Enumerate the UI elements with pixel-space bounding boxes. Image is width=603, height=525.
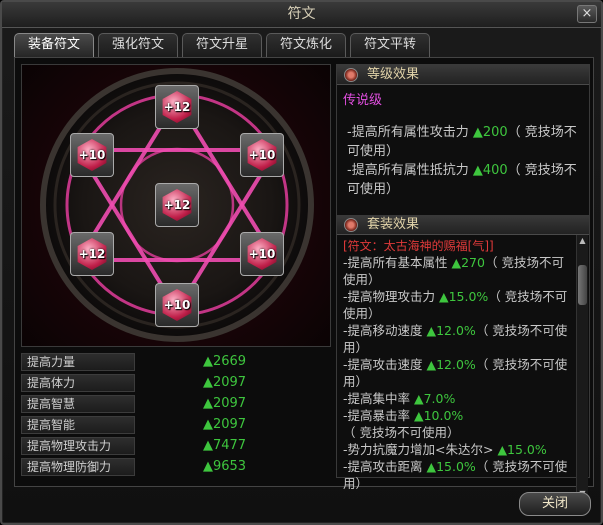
tab-enhance-rune[interactable]: 强化符文 [98, 33, 178, 57]
section-toggle-icon[interactable] [344, 218, 358, 232]
effect-text: -势力抗魔力增加<朱达尔> [343, 442, 498, 457]
effect-text: -提高移动速度 [343, 323, 427, 338]
rune-slot-top[interactable]: +12 [155, 85, 199, 129]
rune-slot-lower-left[interactable]: +12 [70, 232, 114, 276]
rune-gem-icon: +10 [247, 139, 277, 171]
stat-row: 提高智慧 ▲2097 [21, 394, 331, 415]
rune-gem-icon: +12 [77, 238, 107, 270]
window-title: 符文 [287, 6, 316, 22]
stat-list: 提高力量 ▲2669 提高体力 ▲2097 提高智慧 ▲2097 提高智能 ▲2… [21, 352, 331, 478]
stat-label: 提高力量 [21, 353, 135, 371]
effect-text: -提高所有属性攻击力 [347, 125, 473, 140]
effect-text: -提高攻击速度 [343, 357, 427, 372]
stat-value: ▲9653 [203, 459, 247, 474]
rune-gem-icon: +12 [162, 189, 192, 221]
tab-equip-rune[interactable]: 装备符文 [14, 33, 94, 57]
stat-value: ▲2669 [203, 354, 247, 369]
stat-row: 提高力量 ▲2669 [21, 352, 331, 373]
rune-level: +12 [163, 100, 191, 114]
rune-gem-icon: +12 [162, 91, 192, 123]
rune-slot-upper-right[interactable]: +10 [240, 133, 284, 177]
rune-window: 符文 × 装备符文 强化符文 符文升星 符文炼化 符文平转 +12 +10 +1… [0, 0, 603, 525]
effect-text: -提高所有基本属性 [343, 255, 452, 270]
effect-text: -提高所有属性抵抗力 [347, 163, 473, 178]
set-effect-line: -提高移动速度 ▲12.0%（ 竞技场不可使用） [337, 322, 575, 356]
rune-level: +10 [248, 247, 276, 261]
tab-rune-star-up[interactable]: 符文升星 [182, 33, 262, 57]
set-effect-line: -提高集中率 ▲7.0% [337, 390, 575, 407]
rune-level: +12 [78, 247, 106, 261]
stat-value: ▲2097 [203, 396, 247, 411]
set-effect-line: -提高物理攻击力 ▲15.0%（ 竞技场不可使用） [337, 288, 575, 322]
set-effect-line: -提高攻击速度 ▲12.0%（ 竞技场不可使用） [337, 356, 575, 390]
effect-value: ▲15.0% [438, 289, 489, 304]
rune-gem-icon: +10 [77, 139, 107, 171]
stat-label: 提高物理防御力 [21, 458, 135, 476]
rune-slot-lower-right[interactable]: +10 [240, 232, 284, 276]
effect-value: ▲15.0% [426, 459, 476, 474]
effect-value: ▲7.0% [413, 391, 456, 406]
set-effect-line: -提高所有基本属性 ▲270（ 竞技场不可使用） [337, 254, 575, 288]
level-effect-line: -提高所有属性攻击力 ▲200（ 竞技场不可使用） [337, 123, 589, 161]
rune-level: +10 [163, 298, 191, 312]
effect-text: -提高暴击率 [343, 408, 414, 423]
set-effect-header: 套装效果 [337, 215, 589, 235]
stat-row: 提高物理攻击力 ▲7477 [21, 436, 331, 457]
stat-row: 提高智能 ▲2097 [21, 415, 331, 436]
effect-value: ▲270 [451, 255, 485, 270]
window-titlebar: 符文 × [2, 2, 601, 28]
effect-value: ▲12.0% [426, 323, 476, 338]
rune-level: +12 [163, 198, 191, 212]
rune-gem-icon: +10 [247, 238, 277, 270]
level-effect-title: 等级效果 [367, 67, 420, 82]
set-name: [符文：太古海神的赐福[气]] [343, 239, 494, 253]
effect-text: -提高攻击距离 [343, 459, 427, 474]
effect-value: ▲10.0% [413, 408, 464, 423]
scroll-thumb[interactable] [578, 265, 587, 305]
effects-panel: 等级效果 传说级 -提高所有属性攻击力 ▲200（ 竞技场不可使用） -提高所有… [336, 64, 590, 499]
stat-row: 提高体力 ▲2097 [21, 373, 331, 394]
effect-text: -提高集中率 [343, 391, 414, 406]
set-effect-scrollbar[interactable]: ▲ ▼ [576, 235, 588, 499]
effect-value: ▲400 [472, 163, 508, 178]
tab-rune-transfer[interactable]: 符文平转 [350, 33, 430, 57]
level-effect-line: -提高所有属性抵抗力 ▲400（ 竞技场不可使用） [337, 161, 589, 199]
section-toggle-icon[interactable] [344, 68, 358, 82]
rune-slot-center[interactable]: +12 [155, 183, 199, 227]
rune-level: +10 [78, 148, 106, 162]
rune-gem-icon: +10 [162, 289, 192, 321]
effect-text: -提高物理攻击力 [343, 289, 439, 304]
effect-value: ▲200 [472, 125, 508, 140]
rune-circle-panel: +12 +10 +10 +12 +12 +10 +10 [21, 64, 331, 347]
stat-label: 提高物理攻击力 [21, 437, 135, 455]
set-effect-list[interactable]: [符文：太古海神的赐福[气]] -提高所有基本属性 ▲270（ 竞技场不可使用）… [337, 235, 589, 499]
tab-rune-refine[interactable]: 符文炼化 [266, 33, 346, 57]
set-effect-title: 套装效果 [367, 217, 420, 232]
window-close-icon[interactable]: × [577, 5, 597, 23]
rune-slot-bottom[interactable]: +10 [155, 283, 199, 327]
stat-label: 提高体力 [21, 374, 135, 392]
close-button[interactable]: 关闭 [519, 492, 591, 516]
stat-label: 提高智能 [21, 416, 135, 434]
stat-value: ▲2097 [203, 417, 247, 432]
level-effect-list: -提高所有属性攻击力 ▲200（ 竞技场不可使用） -提高所有属性抵抗力 ▲40… [337, 123, 589, 215]
set-effect-line: -提高暴击率 ▲10.0% （ 竞技场不可使用） [337, 407, 575, 441]
level-effect-header: 等级效果 [337, 65, 589, 85]
rune-grade: 传说级 [343, 93, 383, 108]
stat-value: ▲7477 [203, 438, 247, 453]
effect-value: ▲12.0% [426, 357, 476, 372]
stat-value: ▲2097 [203, 375, 247, 390]
stat-label: 提高智慧 [21, 395, 135, 413]
tab-bar: 装备符文 强化符文 符文升星 符文炼化 符文平转 [14, 33, 430, 57]
rune-level: +10 [248, 148, 276, 162]
effect-note: （ 竞技场不可使用） [343, 425, 460, 440]
rune-slot-upper-left[interactable]: +10 [70, 133, 114, 177]
set-effect-line: -势力抗魔力增加<朱达尔> ▲15.0% [337, 441, 575, 458]
stat-row: 提高物理防御力 ▲9653 [21, 457, 331, 478]
effect-value: ▲15.0% [497, 442, 547, 457]
scroll-up-icon[interactable]: ▲ [578, 236, 587, 245]
set-effect-line: -提高攻击距离 ▲15.0%（ 竞技场不可使用） [337, 458, 575, 492]
